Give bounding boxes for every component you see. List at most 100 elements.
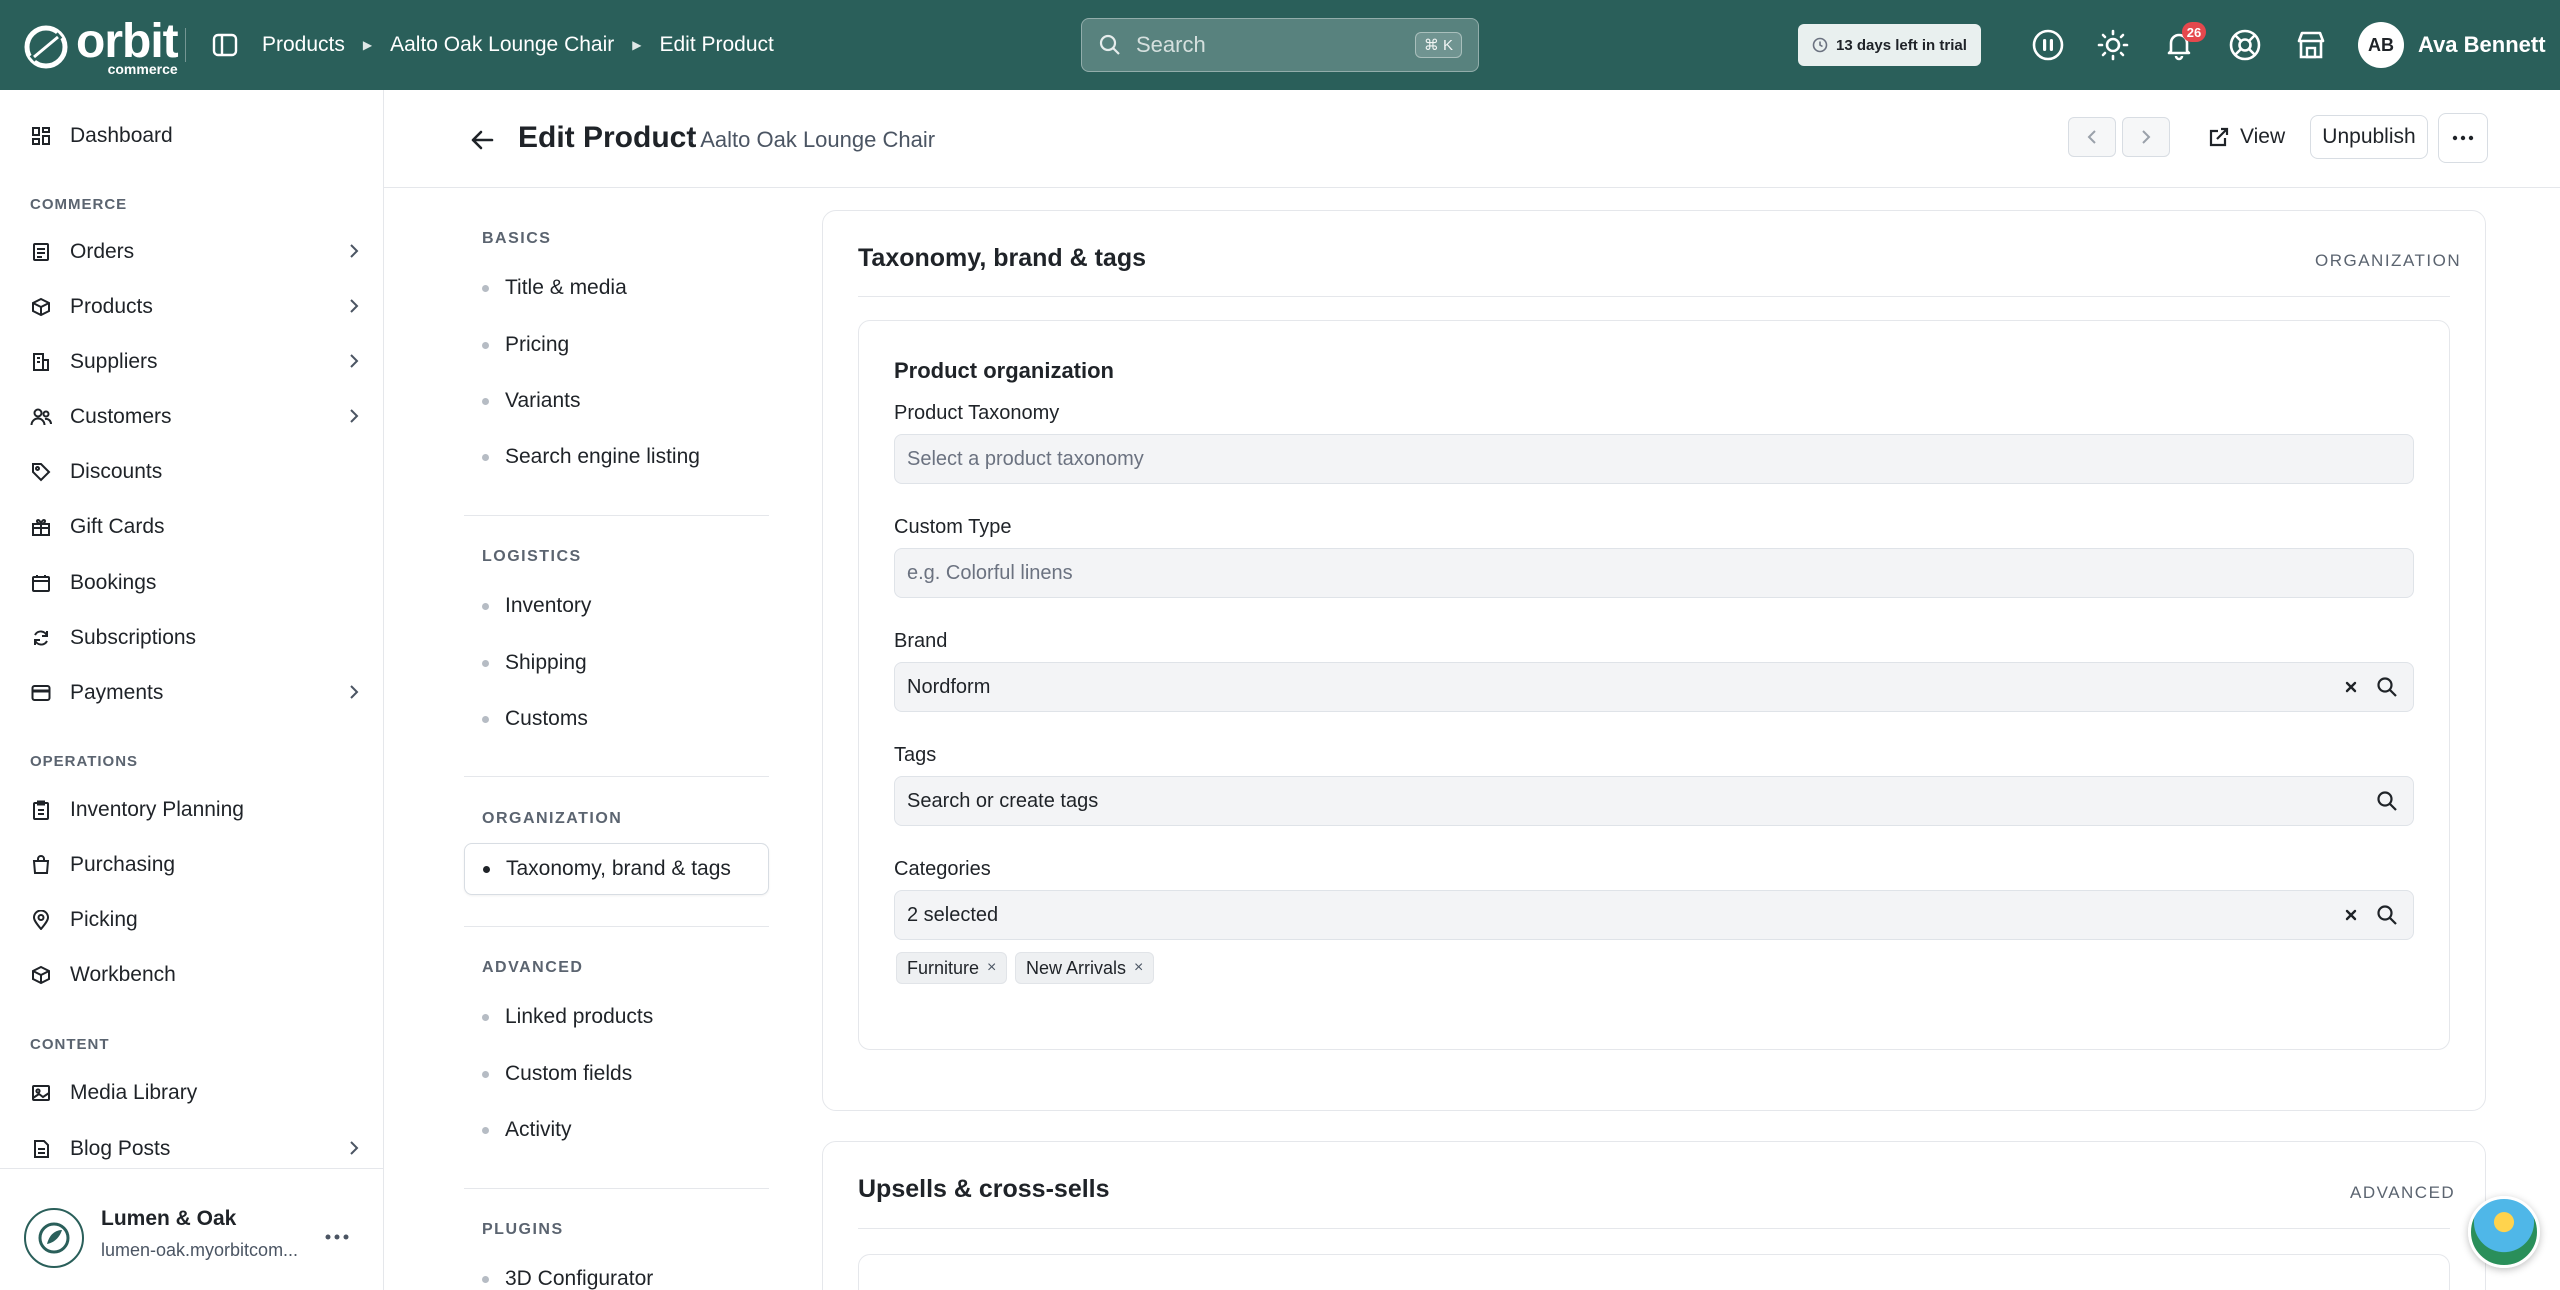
user-menu[interactable]: AB Ava Bennett [2358,22,2546,68]
more-actions-button[interactable] [2438,113,2488,163]
sidebar-item-dashboard[interactable]: Dashboard [30,116,360,156]
field-placeholder: e.g. Colorful linens [907,561,1073,584]
sidebar-item-discounts[interactable]: Discounts [30,452,360,492]
chip-label: New Arrivals [1026,957,1127,978]
sidebar-item-workbench[interactable]: Workbench [30,955,360,995]
category-chip: Furniture × [896,952,1008,984]
support-icon[interactable] [2029,26,2067,64]
sidebar-item-products[interactable]: Products [30,287,360,327]
back-arrow-icon[interactable] [466,124,498,156]
brand-logo[interactable]: orbit commerce [22,18,179,76]
clipboard-icon [30,799,52,821]
orders-icon [30,241,52,263]
section-link-customs[interactable]: Customs [482,707,588,731]
section-group-plugins: PLUGINS [482,1221,564,1238]
sidebar-item-gift-cards[interactable]: Gift Cards [30,507,360,547]
trial-badge[interactable]: 13 days left in trial [1798,24,1981,66]
top-bar: orbit commerce Products ▶ Aalto Oak Loun… [0,0,2560,90]
section-link-variants[interactable]: Variants [482,389,580,413]
box-icon [30,296,52,318]
sidebar-item-label: Blog Posts [70,1137,171,1160]
help-lifebuoy-icon[interactable] [2226,26,2264,64]
section-link-label: Title & media [505,276,627,299]
assistant-avatar-icon[interactable] [2468,1196,2540,1268]
product-taxonomy-select[interactable]: Select a product taxonomy [894,434,2414,484]
brand-label: Brand [894,630,948,652]
sidebar-item-payments[interactable]: Payments [30,673,360,713]
section-link-inventory[interactable]: Inventory [482,594,591,618]
section-link-pricing[interactable]: Pricing [482,333,569,357]
bullet-icon [482,1126,489,1134]
storefront-icon[interactable] [2292,26,2330,64]
card-icon [30,682,52,704]
section-link-label: Custom fields [505,1062,633,1085]
section-link-taxonomy[interactable]: Taxonomy, brand & tags [464,843,769,895]
section-divider [464,926,769,927]
store-logo-icon [24,1208,84,1268]
bullet-icon [482,284,489,292]
search-shortcut: ⌘ K [1414,32,1462,58]
section-link-label: Pricing [505,333,570,356]
breadcrumb-products[interactable]: Products [262,33,345,57]
sidebar-item-customers[interactable]: Customers [30,397,360,437]
chip-label: Furniture [907,957,980,978]
sidebar-item-subscriptions[interactable]: Subscriptions [30,618,360,658]
card-title: Taxonomy, brand & tags [858,244,1147,272]
view-button[interactable]: View [2208,117,2285,157]
chevron-right-icon [348,1139,360,1163]
bullet-icon [483,865,490,873]
chevron-right-icon [348,297,360,321]
card-divider [858,1228,2450,1229]
section-link-custom-fields[interactable]: Custom fields [482,1062,632,1086]
clear-icon[interactable] [2337,901,2365,929]
section-group-basics: BASICS [482,230,552,247]
sidebar-item-label: Media Library [70,1081,198,1104]
global-search-input[interactable]: Search ⌘ K [1081,18,1479,72]
theme-sun-icon[interactable] [2094,26,2132,64]
remove-chip-icon[interactable]: × [987,959,996,977]
tags-input[interactable]: Search or create tags [894,776,2414,826]
user-name: Ava Bennett [2418,32,2546,57]
custom-type-input[interactable]: e.g. Colorful linens [894,548,2414,598]
sidebar-item-label: Products [70,295,153,318]
search-icon[interactable] [2373,787,2401,815]
clear-icon[interactable] [2337,673,2365,701]
search-icon[interactable] [2373,673,2401,701]
remove-chip-icon[interactable]: × [1134,959,1143,977]
breadcrumb-current: Edit Product [659,33,774,56]
sidebar-item-media-library[interactable]: Media Library [30,1073,360,1113]
sidebar-item-blog-posts[interactable]: Blog Posts [30,1129,360,1169]
chevron-right-icon [348,407,360,431]
search-icon[interactable] [2373,901,2401,929]
section-link-seo[interactable]: Search engine listing [482,445,700,469]
bullet-icon [482,602,489,610]
sidebar-item-inventory-planning[interactable]: Inventory Planning [30,790,360,830]
previous-product-button[interactable] [2068,117,2116,157]
view-label: View [2240,125,2286,148]
section-link-shipping[interactable]: Shipping [482,651,587,675]
more-horizontal-icon[interactable] [322,1222,352,1252]
categories-field[interactable]: 2 selected [894,890,2414,940]
brand-field[interactable]: Nordform [894,662,2414,712]
sidebar-item-purchasing[interactable]: Purchasing [30,845,360,885]
next-product-button[interactable] [2122,117,2170,157]
sidebar-item-suppliers[interactable]: Suppliers [30,342,360,382]
section-link-linked-products[interactable]: Linked products [482,1005,653,1029]
sidebar-item-orders[interactable]: Orders [30,232,360,272]
section-link-title-media[interactable]: Title & media [482,276,627,300]
sidebar-item-picking[interactable]: Picking [30,900,360,940]
custom-type-label: Custom Type [894,516,1012,538]
gift-icon [30,516,52,538]
section-link-3d-configurator[interactable]: 3D Configurator [482,1267,653,1290]
unpublish-button[interactable]: Unpublish [2310,115,2428,159]
topbar-divider [185,28,186,62]
orbit-logo-icon [22,23,70,71]
section-link-activity[interactable]: Activity [482,1118,572,1142]
section-group-logistics: LOGISTICS [482,548,582,565]
sidebar-item-bookings[interactable]: Bookings [30,563,360,603]
section-group-advanced: ADVANCED [482,959,584,976]
sidebar-toggle-icon[interactable] [208,28,242,62]
bell-icon[interactable]: 26 [2160,22,2206,64]
page-title: Edit Product [518,121,697,154]
breadcrumb-product[interactable]: Aalto Oak Lounge Chair [390,33,614,57]
